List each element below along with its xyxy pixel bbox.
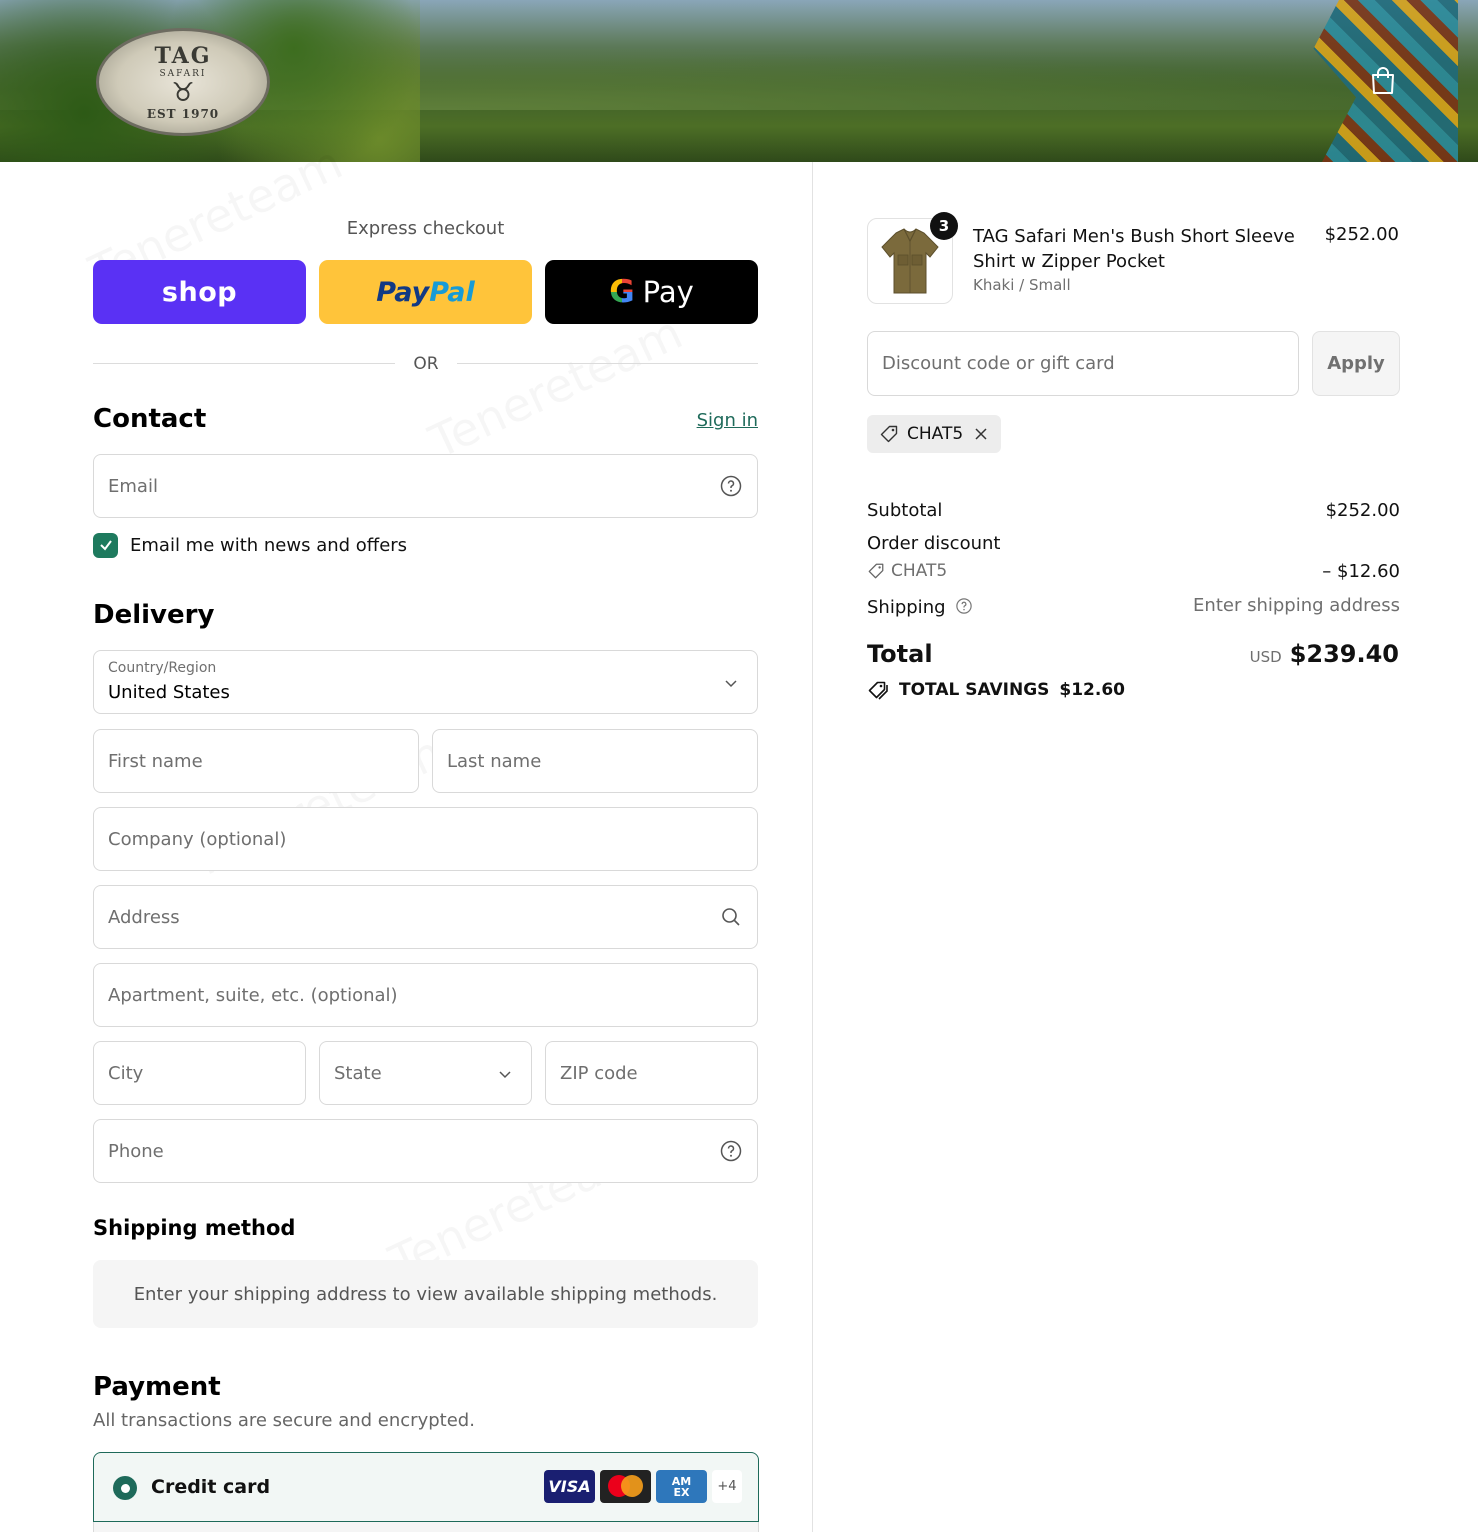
credit-card-radio[interactable]: [113, 1476, 137, 1500]
total-savings: TOTAL SAVINGS $12.60: [867, 679, 1125, 701]
address-field[interactable]: Address: [93, 885, 758, 949]
close-icon[interactable]: [973, 426, 989, 442]
chevron-down-icon: [725, 680, 737, 688]
or-divider: OR: [93, 354, 758, 374]
chevron-down-icon: [499, 1071, 511, 1079]
google-icon: G: [609, 274, 635, 310]
payment-subtitle: All transactions are secure and encrypte…: [93, 1410, 475, 1431]
paypal-button[interactable]: Pay Pal: [319, 260, 532, 324]
mastercard-icon: [600, 1470, 651, 1503]
last-name-field[interactable]: Last name: [432, 729, 758, 793]
discount-code-input[interactable]: Discount code or gift card: [867, 331, 1299, 396]
zip-code-field[interactable]: ZIP code: [545, 1041, 758, 1105]
applied-discount-chip: CHAT5: [867, 415, 1002, 453]
help-circle-icon[interactable]: [719, 474, 743, 498]
delivery-title: Delivery: [93, 600, 215, 630]
header-banner: TAG SAFARI ♉ EST 1970: [0, 0, 1478, 162]
newsletter-checkbox[interactable]: [93, 532, 118, 558]
order-summary: 3 TAG Safari Men's Bush Short Sleeve Shi…: [812, 162, 1478, 1532]
google-pay-button[interactable]: G Pay: [545, 260, 758, 324]
newsletter-option[interactable]: Email me with news and offers: [93, 532, 407, 558]
buffalo-icon: ♉: [171, 78, 195, 108]
shipping-method-notice: Enter your shipping address to view avai…: [93, 1260, 758, 1328]
tag-icon: [880, 425, 898, 443]
first-name-field[interactable]: First name: [93, 729, 419, 793]
total-label: Total: [867, 640, 933, 668]
order-discount-row: Order discount: [867, 533, 1001, 554]
tags-icon: [868, 681, 888, 700]
country-select[interactable]: Country/Region United States: [93, 650, 758, 714]
search-icon: [722, 908, 740, 926]
contact-title: Contact: [93, 404, 207, 434]
total-amount: USD $239.40: [1249, 640, 1399, 668]
order-discount-code: CHAT5: [867, 561, 947, 581]
product-price: $252.00: [1324, 224, 1399, 245]
visa-icon: VISA: [544, 1470, 595, 1503]
help-circle-icon[interactable]: [719, 1139, 743, 1163]
city-field[interactable]: City: [93, 1041, 306, 1105]
checkmark-icon: [99, 540, 112, 551]
sign-in-link[interactable]: Sign in: [697, 410, 758, 431]
quantity-badge: 3: [930, 212, 958, 240]
state-select[interactable]: State: [319, 1041, 532, 1105]
shop-pay-button[interactable]: shop: [93, 260, 306, 324]
product-variant: Khaki / Small: [973, 276, 1071, 294]
product-title: TAG Safari Men's Bush Short Sleeve Shirt…: [973, 226, 1295, 272]
help-circle-icon[interactable]: [955, 597, 973, 615]
phone-field[interactable]: Phone: [93, 1119, 758, 1183]
amex-icon: AM EX: [656, 1470, 707, 1503]
company-field[interactable]: Company (optional): [93, 807, 758, 871]
payment-title: Payment: [93, 1372, 221, 1402]
subtotal-row: Subtotal $252.00: [867, 500, 1400, 521]
store-logo[interactable]: TAG SAFARI ♉ EST 1970: [96, 28, 270, 136]
apply-discount-button[interactable]: Apply: [1312, 331, 1400, 396]
more-cards-badge: +4: [712, 1470, 742, 1503]
email-field[interactable]: Email: [93, 454, 758, 518]
credit-card-option[interactable]: Credit card VISA AM EX +4: [93, 1452, 759, 1522]
tag-icon: [868, 563, 884, 579]
shipping-method-title: Shipping method: [93, 1216, 296, 1240]
express-checkout-title: Express checkout: [346, 218, 505, 239]
shopping-bag-icon[interactable]: [1369, 66, 1397, 96]
shipping-row: Shipping Enter shipping address: [867, 595, 1400, 618]
apartment-field[interactable]: Apartment, suite, etc. (optional): [93, 963, 758, 1027]
